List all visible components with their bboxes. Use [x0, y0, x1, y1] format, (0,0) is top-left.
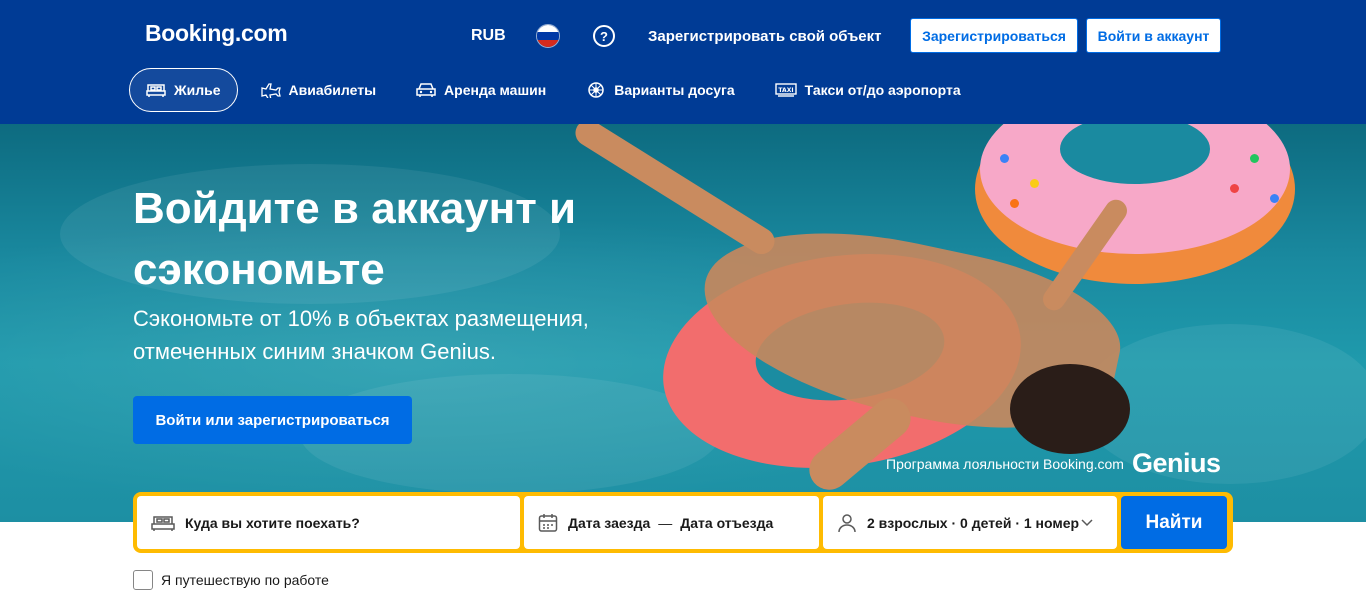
- genius-badge: Программа лояльности Booking.com Genius: [886, 448, 1221, 479]
- car-icon: [416, 83, 436, 97]
- sprinkle-dot: [1030, 179, 1039, 188]
- date-separator: —: [658, 514, 673, 531]
- top-header: Booking.com RUB ? Зарегистрировать свой …: [0, 0, 1366, 124]
- dates-field[interactable]: Дата заезда — Дата отъезда: [524, 496, 819, 549]
- hero-subtitle: Сэкономьте от 10% в объектах размещения,…: [133, 306, 589, 364]
- tab-attractions[interactable]: Варианты досуга: [569, 68, 751, 112]
- product-nav: Жилье Авиабилеты Аренда машин Варианты д…: [129, 68, 984, 112]
- tab-attractions-label: Варианты досуга: [614, 82, 735, 98]
- guests-summary: 2 взрослых · 0 детей · 1 номер: [867, 514, 1080, 531]
- tab-stays[interactable]: Жилье: [129, 68, 238, 112]
- destination-input[interactable]: [185, 514, 505, 531]
- svg-text:TAXI: TAXI: [778, 87, 793, 94]
- genius-caption: Программа лояльности Booking.com: [886, 455, 1124, 472]
- signin-register-button[interactable]: Войти или зарегистрироваться: [133, 396, 412, 444]
- sprinkle-dot: [1000, 154, 1009, 163]
- hero-banner: Войдите в аккаунт и сэкономьте Сэкономьт…: [0, 124, 1366, 522]
- russia-flag-icon[interactable]: [536, 24, 560, 48]
- sprinkle-dot: [1010, 199, 1019, 208]
- help-icon[interactable]: ?: [593, 25, 615, 47]
- tab-flights[interactable]: Авиабилеты: [244, 68, 394, 112]
- sprinkle-dot: [1270, 194, 1279, 203]
- checkin-date[interactable]: Дата заезда: [568, 515, 650, 531]
- tab-flights-label: Авиабилеты: [288, 82, 377, 98]
- business-travel-label: Я путешествую по работе: [161, 572, 329, 588]
- register-button[interactable]: Зарегистрироваться: [910, 18, 1078, 53]
- swimmer-hair: [1010, 364, 1130, 454]
- attractions-icon: [588, 82, 604, 98]
- tab-car-rentals-label: Аренда машин: [444, 82, 547, 98]
- hero-title: Войдите в аккаунт и сэкономьте: [133, 184, 577, 294]
- guests-field[interactable]: 2 взрослых · 0 детей · 1 номер: [823, 496, 1117, 549]
- search-submit-button[interactable]: Найти: [1121, 496, 1227, 549]
- plane-icon: [260, 83, 281, 98]
- currency-selector[interactable]: RUB: [471, 24, 506, 48]
- tab-stays-label: Жилье: [174, 82, 221, 98]
- list-property-link[interactable]: Зарегистрировать свой объект: [648, 24, 882, 48]
- taxi-icon: TAXI: [774, 83, 797, 97]
- search-bar: Дата заезда — Дата отъезда 2 взрослых · …: [133, 492, 1233, 553]
- chevron-down-icon: [1081, 518, 1093, 526]
- business-travel-checkbox[interactable]: [133, 570, 153, 590]
- person-icon: [838, 513, 856, 532]
- booking-logo[interactable]: Booking.com: [145, 20, 288, 47]
- destination-field[interactable]: [137, 496, 520, 549]
- sprinkle-dot: [1250, 154, 1259, 163]
- checkout-date[interactable]: Дата отъезда: [680, 515, 773, 531]
- tab-car-rentals[interactable]: Аренда машин: [399, 68, 563, 112]
- genius-logo: Genius: [1131, 448, 1221, 478]
- tab-airport-taxis-label: Такси от/до аэропорта: [804, 82, 961, 98]
- signin-button[interactable]: Войти в аккаунт: [1086, 18, 1221, 53]
- bed-icon: [146, 84, 166, 97]
- sprinkle-dot: [1230, 184, 1239, 193]
- calendar-icon: [538, 513, 558, 532]
- bed-icon: [151, 515, 175, 531]
- business-travel-option[interactable]: Я путешествую по работе: [133, 570, 329, 590]
- tab-airport-taxis[interactable]: TAXI Такси от/до аэропорта: [758, 68, 978, 112]
